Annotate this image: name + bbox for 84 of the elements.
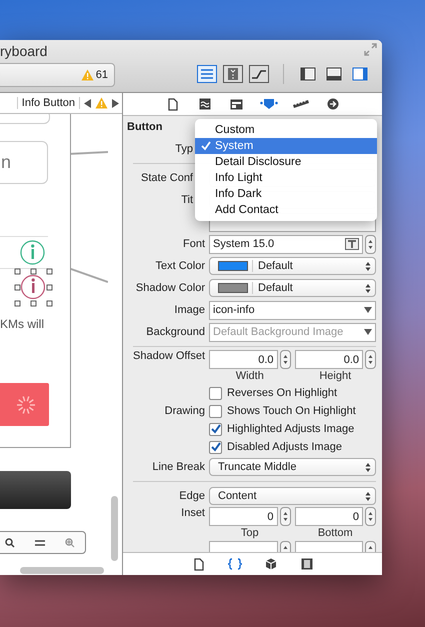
braces-icon[interactable] xyxy=(226,556,244,572)
field-label: Tit xyxy=(181,194,193,206)
checkbox[interactable] xyxy=(209,422,222,436)
warning-icon xyxy=(95,97,108,109)
bottom-panel-icon[interactable] xyxy=(324,65,344,83)
warning-icon xyxy=(80,69,94,81)
menu-item[interactable]: Add Contact xyxy=(195,202,377,218)
field-label: Inset xyxy=(181,507,205,519)
field-label: Shadow Color xyxy=(136,282,205,294)
caption-text: KMs will xyxy=(0,317,44,331)
checkbox-label: Reverses On Highlight xyxy=(227,387,338,399)
field-caption: Height xyxy=(319,369,352,383)
color-popup[interactable]: Default xyxy=(209,257,376,275)
stepper[interactable] xyxy=(280,350,290,369)
field-label: Text Color xyxy=(155,260,205,272)
zoom-in-icon[interactable] xyxy=(65,538,75,548)
horizontal-scrollbar[interactable] xyxy=(20,567,104,574)
checkbox[interactable] xyxy=(209,386,222,400)
checkmark-icon xyxy=(201,141,211,151)
breadcrumb-item[interactable]: Info Button xyxy=(16,97,80,109)
menu-item[interactable]: Info Light xyxy=(195,170,377,186)
popup-button[interactable]: Content xyxy=(209,487,376,505)
field-label: State Conf xyxy=(141,172,193,184)
field-caption: Width xyxy=(236,369,264,383)
right-arrow-icon[interactable] xyxy=(112,98,119,108)
field-label: Edge xyxy=(179,490,205,502)
menu-item[interactable]: Info Dark xyxy=(195,186,377,202)
left-arrow-icon[interactable] xyxy=(84,98,91,108)
text-t-icon[interactable] xyxy=(345,238,359,250)
right-panel-icon[interactable] xyxy=(350,65,370,83)
checkbox-label: Highlighted Adjusts Image xyxy=(227,423,354,435)
updown-arrows-icon xyxy=(368,511,373,522)
updown-arrows-icon xyxy=(282,354,288,365)
stepper[interactable] xyxy=(365,507,376,526)
checkbox[interactable] xyxy=(209,440,222,454)
section-title: Button xyxy=(127,121,162,133)
number-field[interactable]: 0.0 xyxy=(294,350,363,369)
left-panel-icon[interactable] xyxy=(298,65,318,83)
updown-arrows-icon xyxy=(365,462,371,472)
field-label: Line Break xyxy=(152,461,205,473)
info-icon xyxy=(20,240,45,265)
checkbox-label: Disabled Adjusts Image xyxy=(227,441,342,453)
font-field[interactable]: System 15.0 xyxy=(209,234,363,254)
lines-icon[interactable] xyxy=(197,65,217,83)
field-caption: Bottom xyxy=(318,526,353,540)
updown-arrows-icon xyxy=(368,354,373,365)
menu-item[interactable]: Detail Disclosure xyxy=(195,154,377,170)
updown-arrows-icon xyxy=(368,238,373,250)
field-label: Font xyxy=(182,238,205,250)
updown-arrows-icon xyxy=(365,262,371,270)
updown-arrows-icon xyxy=(282,511,288,522)
menu-item[interactable]: Custom xyxy=(195,122,377,138)
window-title: ryboard xyxy=(0,43,48,59)
number-field[interactable]: 0 xyxy=(209,507,278,526)
field-label: Drawing xyxy=(164,405,205,417)
warning-count: 61 xyxy=(96,69,108,81)
color-popup[interactable]: Default xyxy=(209,279,376,297)
menu-item[interactable]: System xyxy=(195,138,377,154)
checkbox-label: Shows Touch On Highlight xyxy=(227,405,356,417)
stepper[interactable] xyxy=(280,507,290,526)
field-label: Image xyxy=(174,304,205,316)
popup-button[interactable]: Truncate Middle xyxy=(209,458,376,476)
field-label: Typ xyxy=(175,143,193,155)
field-caption: Top xyxy=(240,526,259,540)
tuxedo-icon[interactable] xyxy=(223,65,243,83)
combo-field[interactable]: icon-info xyxy=(209,300,376,320)
stepper[interactable] xyxy=(365,234,376,254)
stepper[interactable] xyxy=(365,350,376,369)
zoom-out-icon[interactable] xyxy=(5,538,15,548)
vertical-scrollbar[interactable] xyxy=(111,496,118,561)
spinner-icon xyxy=(16,395,36,415)
number-field[interactable]: 0.0 xyxy=(209,350,278,369)
checkbox[interactable] xyxy=(209,404,222,418)
shield-icon[interactable] xyxy=(260,96,278,112)
dark-bar xyxy=(0,471,71,509)
selected-info-icon xyxy=(13,267,53,307)
field-label: Background xyxy=(146,326,205,338)
updown-arrows-icon xyxy=(365,284,371,292)
equals-icon[interactable] xyxy=(35,538,45,546)
dropdown-arrow-icon xyxy=(364,307,372,313)
updown-arrows-icon xyxy=(365,492,371,500)
number-field[interactable]: 0 xyxy=(294,507,363,526)
dropdown-arrow-icon xyxy=(364,329,372,335)
field-label: Shadow Offset xyxy=(133,350,205,362)
